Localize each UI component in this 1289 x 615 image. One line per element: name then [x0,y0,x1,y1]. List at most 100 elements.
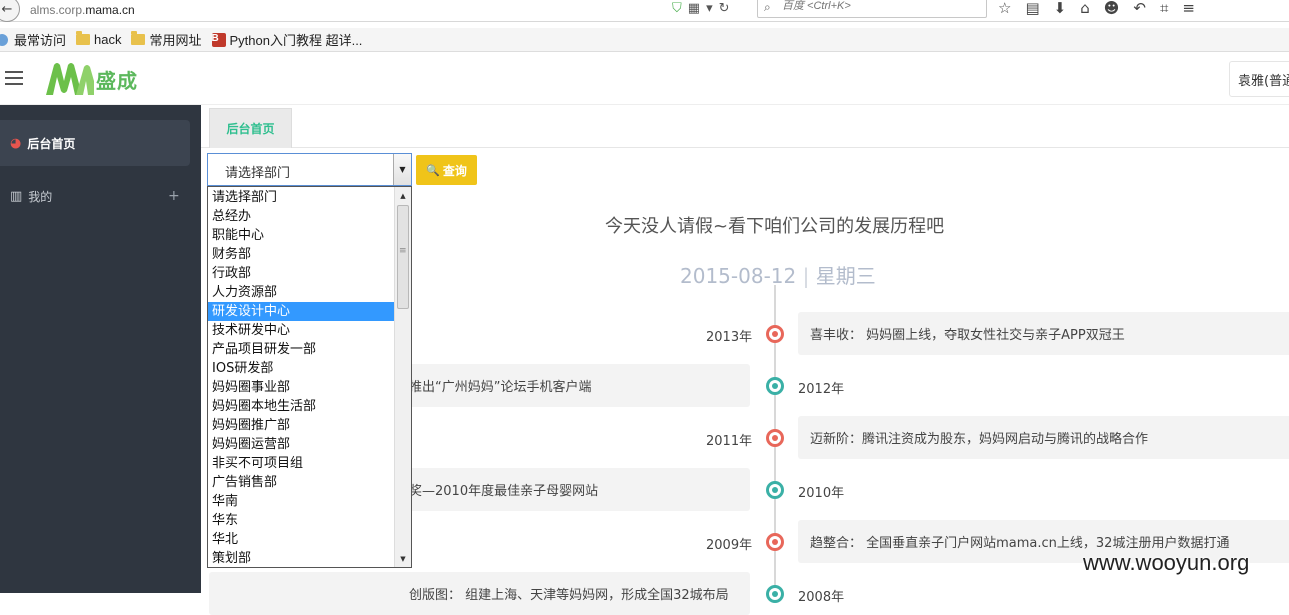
scroll-up-icon[interactable]: ▲ [395,187,411,204]
folder-icon [131,31,146,45]
tab-bar: 后台首页 [201,105,1289,148]
logo-text: 盛成 [96,68,138,93]
date-display: 2015-08-12 | 星期三 [680,260,876,289]
timeline-year: 2010年 [798,486,845,501]
timeline-card: 迈新阶：腾讯注资成为股东，妈妈网启动与腾讯的战略合作 [798,416,1289,459]
dropdown-option[interactable]: 职能中心 [208,226,395,245]
dropdown-scrollbar[interactable]: ▲ ▼ [394,187,411,567]
shield-icon[interactable]: ⛉ [672,1,682,16]
home-icon[interactable]: ⌂ [1080,0,1090,17]
expand-plus-icon[interactable]: + [168,188,180,204]
timeline-year: 2008年 [798,590,845,605]
timeline-text: 奖—2010年度最佳亲子母婴网站 [409,484,599,499]
bookmark-python-tutorial[interactable]: B Python入门教程 超详... [211,30,362,49]
tab-dashboard[interactable]: 后台首页 [209,108,292,148]
timeline-text: 推出“广州妈妈”论坛手机客户端 [409,380,592,395]
star-icon[interactable]: ☆ [998,0,1011,17]
dropdown-option[interactable]: 非买不可项目组 [208,454,395,473]
b3-icon: B [211,32,226,47]
timeline-text: 趋整合： 全国垂直亲子门户网站mama.cn上线，32城注册用户数据打通 [810,536,1230,551]
sidebar-item-dashboard[interactable]: ◕ 后台首页 [0,120,190,166]
timeline-year: 2011年 [706,434,753,449]
bar-chart-icon: ▥ [10,188,23,204]
url-prefix: alms.corp. [30,3,86,17]
scroll-thumb[interactable] [397,205,409,309]
timeline-text: 迈新阶：腾讯注资成为股东，妈妈网启动与腾讯的战略合作 [810,432,1149,447]
timeline-node-icon [766,481,784,499]
dropdown-option[interactable]: 请选择部门 [208,188,395,207]
department-select[interactable]: 请选择部门 ▼ [207,153,412,186]
search-box[interactable]: ⌕ [757,0,987,18]
timeline-year: 2013年 [706,330,753,345]
scroll-down-icon[interactable]: ▼ [395,550,411,567]
dropdown-arrow-icon[interactable]: ▾ [706,1,713,16]
timeline-node-icon [766,585,784,603]
logo[interactable]: 盛成 [42,61,138,97]
reload-icon[interactable]: ↻ [719,1,730,16]
globe-icon [0,33,8,46]
sidebar: ◕ 后台首页 ▥ 我的 + [0,105,201,593]
user-menu-button[interactable]: 袁雅(普通 [1229,61,1289,97]
dropdown-option[interactable]: 财务部 [208,245,395,264]
timeline-card: 创版图： 组建上海、天津等妈妈网，形成全国32城布局 [209,572,750,615]
dropdown-option[interactable]: 妈妈圈本地生活部 [208,397,395,416]
reading-list-icon[interactable]: ▤ [1025,0,1039,17]
dropdown-option[interactable]: 策划部 [208,549,395,567]
dropdown-option[interactable]: 技术研发中心 [208,321,395,340]
dropdown-option[interactable]: 人力资源部 [208,283,395,302]
bookmark-label: 最常访问 [14,33,67,48]
qr-code-icon[interactable]: ▦ [688,1,700,16]
folder-icon [76,31,91,45]
dropdown-option[interactable]: 华北 [208,530,395,549]
dropdown-option[interactable]: 研发设计中心 [208,302,395,321]
dropdown-option[interactable]: 妈妈圈运营部 [208,435,395,454]
timeline-node-icon [766,325,784,343]
dropdown-option[interactable]: 广告销售部 [208,473,395,492]
search-icon: ⌕ [764,0,771,14]
dropdown-option[interactable]: 产品项目研发一部 [208,340,395,359]
timeline-card: 喜丰收： 妈妈圈上线，夺取女性社交与亲子APP双冠王 [798,312,1289,355]
sidebar-item-mine[interactable]: ▥ 我的 + [0,173,190,219]
browser-url-bar: ← alms.corp.mama.cn ⛉ ▦ ▾ ↻ ⌕ ☆ ▤ ⬇ ⌂ ☻ … [0,0,1289,22]
logo-mark-icon [46,63,94,95]
bookmark-common-sites[interactable]: 常用网址 [131,30,202,49]
bookmark-label: 常用网址 [149,33,202,48]
url-field[interactable]: alms.corp.mama.cn [30,3,135,17]
bookmark-hack[interactable]: hack [76,31,122,47]
bookmark-most-visited[interactable]: 最常访问 [14,30,66,49]
department-dropdown: 请选择部门 总经办 职能中心 财务部 行政部 人力资源部 研发设计中心 技术研发中心 产品项目研… [207,186,412,568]
url-domain: mama.cn [85,3,135,17]
menu-icon[interactable]: ≡ [1182,0,1195,17]
chevron-down-icon[interactable]: ▼ [393,154,411,185]
dropdown-option[interactable]: 华南 [208,492,395,511]
dropdown-option[interactable]: 妈妈圈事业部 [208,378,395,397]
hamburger-menu-icon[interactable] [5,71,23,85]
sidebar-item-label: 后台首页 [27,136,76,151]
department-options: 请选择部门 总经办 职能中心 财务部 行政部 人力资源部 研发设计中心 技术研发中心 产品项目研… [208,188,395,567]
timeline-text: 创版图： 组建上海、天津等妈妈网，形成全国32城布局 [409,588,729,603]
timeline-year: 2009年 [706,538,753,553]
undo-icon[interactable]: ↶ [1133,0,1146,17]
weekday-text: 星期三 [815,264,876,288]
search-input[interactable] [782,0,982,12]
timeline-node-icon [766,377,784,395]
dropdown-option[interactable]: 行政部 [208,264,395,283]
bookmark-label: hack [94,32,122,47]
dropdown-option[interactable]: 华东 [208,511,395,530]
back-arrow-icon[interactable]: ← [0,0,20,22]
date-separator: | [802,264,810,288]
query-button[interactable]: 🔍 查询 [416,155,477,185]
download-icon[interactable]: ⬇ [1054,0,1067,17]
select-value: 请选择部门 [225,166,291,181]
bookmarks-bar: 最常访问 hack 常用网址 B Python入门教程 超详... [0,28,1289,52]
dropdown-option[interactable]: 妈妈圈推广部 [208,416,395,435]
watermark: www.wooyun.org [1083,550,1250,575]
page-headline: 今天没人请假~看下咱们公司的发展历程吧 [605,216,945,237]
sidebar-item-label: 我的 [28,189,53,204]
dropdown-option[interactable]: 总经办 [208,207,395,226]
main-content: 后台首页 请选择部门 ▼ 🔍 查询 请选择部门 总经办 职能中心 财务部 行政部 人力资源… [201,105,1289,615]
app-header: 盛成 袁雅(普通 [0,53,1289,105]
crop-icon[interactable]: ⌗ [1160,0,1168,17]
chat-icon[interactable]: ☻ [1104,0,1120,17]
dropdown-option[interactable]: IOS研发部 [208,359,395,378]
